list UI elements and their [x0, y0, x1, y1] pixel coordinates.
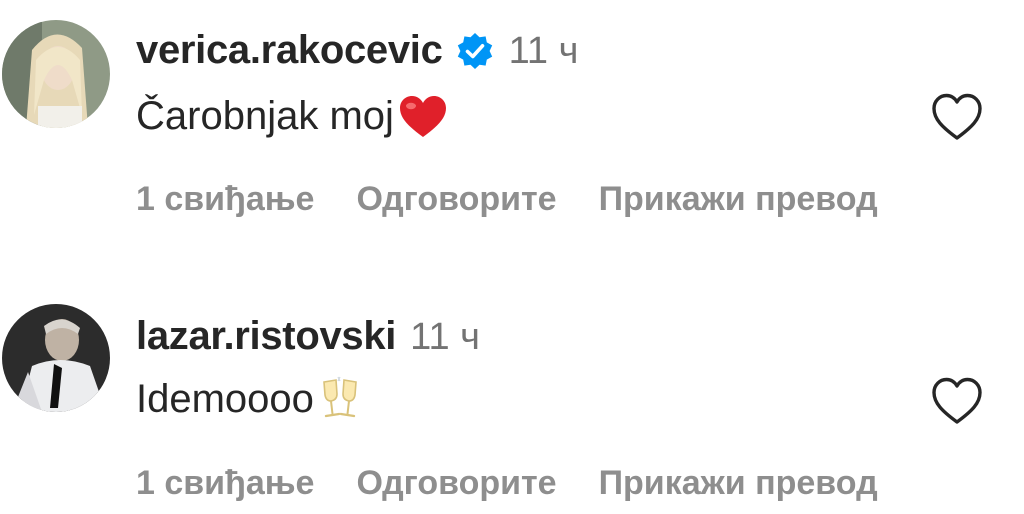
username-link[interactable]: lazar.ristovski: [136, 314, 396, 359]
comment-text: Idemoooo: [136, 376, 314, 421]
comment-actions: 1 свиђање Одговорите Прикажи превод: [136, 180, 920, 219]
red-heart-emoji-icon: [398, 95, 448, 139]
reply-button[interactable]: Одговорите: [356, 180, 556, 219]
verified-badge-icon: [455, 31, 495, 71]
comment-item: lazar.ristovski 11 ч Idemoooo 1 свиђање …: [0, 282, 1024, 514]
comment-body: Idemoooo: [136, 376, 362, 422]
timestamp[interactable]: 11 ч: [509, 30, 579, 73]
clinking-glasses-emoji-icon: [318, 376, 362, 422]
see-translation-button[interactable]: Прикажи превод: [599, 464, 878, 503]
avatar[interactable]: [2, 304, 110, 412]
likes-count-button[interactable]: 1 свиђање: [136, 464, 314, 503]
comments-list: verica.rakocevic 11 ч Čarobnjak moj 1 св…: [0, 0, 1024, 514]
comment-actions: 1 свиђање Одговорите Прикажи превод: [136, 464, 920, 503]
comment-header: lazar.ristovski 11 ч: [136, 314, 480, 359]
comment-text: Čarobnjak moj: [136, 94, 394, 138]
comment-item: verica.rakocevic 11 ч Čarobnjak moj 1 св…: [0, 0, 1024, 240]
comment-header: verica.rakocevic 11 ч: [136, 28, 578, 73]
see-translation-button[interactable]: Прикажи превод: [599, 180, 878, 219]
like-heart-icon[interactable]: [930, 92, 984, 142]
reply-button[interactable]: Одговорите: [356, 464, 556, 503]
avatar-image-icon: [2, 304, 110, 412]
username-link[interactable]: verica.rakocevic: [136, 28, 443, 73]
like-heart-icon[interactable]: [930, 376, 984, 426]
avatar-image-icon: [2, 20, 110, 128]
comment-body: Čarobnjak moj: [136, 94, 448, 139]
timestamp[interactable]: 11 ч: [410, 316, 480, 359]
likes-count-button[interactable]: 1 свиђање: [136, 180, 314, 219]
avatar[interactable]: [2, 20, 110, 128]
